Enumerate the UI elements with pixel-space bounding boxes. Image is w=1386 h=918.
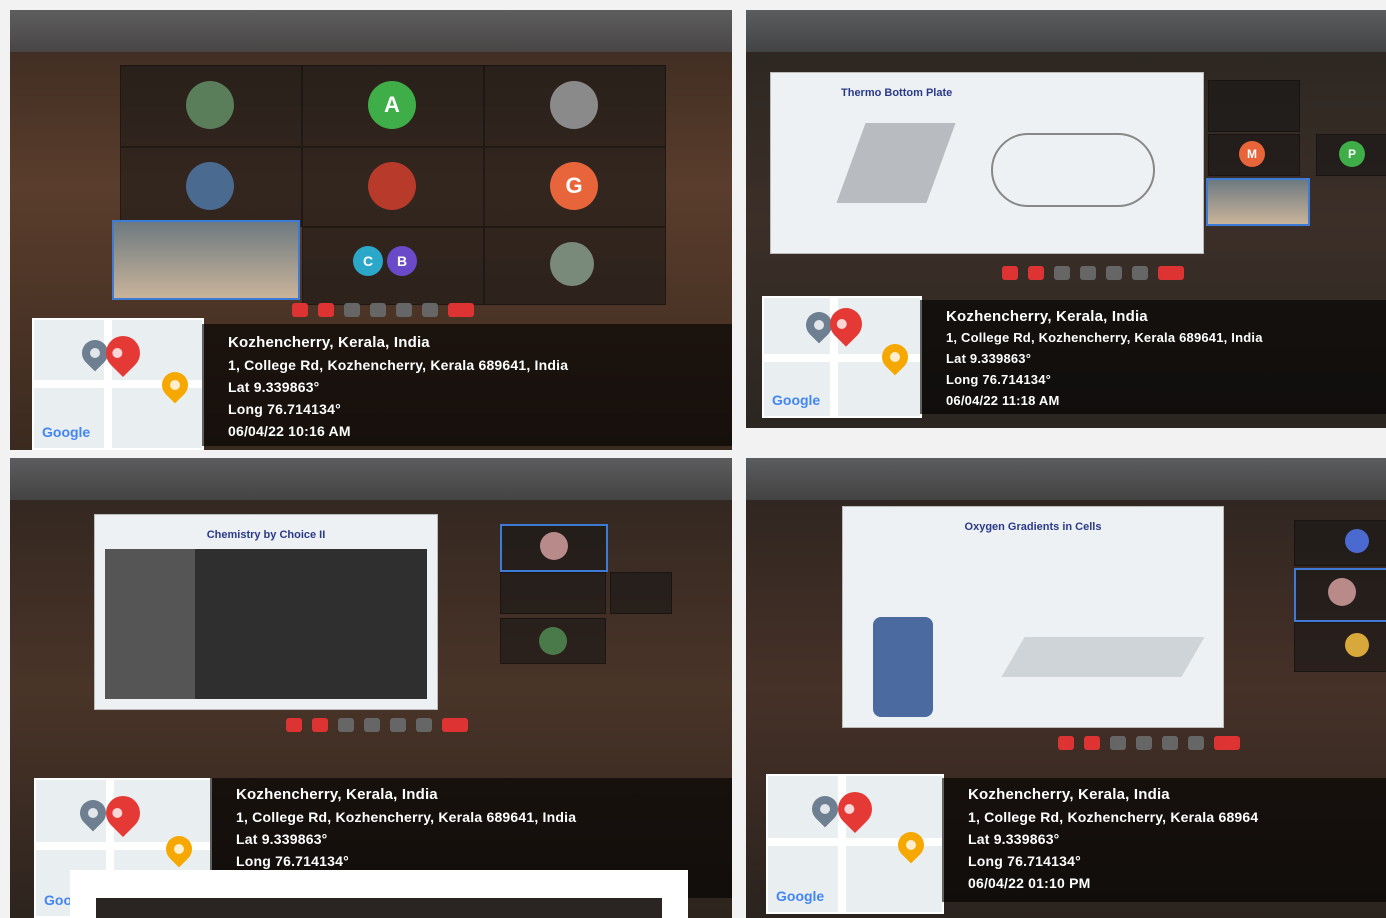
avatar — [186, 81, 234, 129]
slide-diagram — [1001, 637, 1205, 677]
avatar: A — [368, 81, 416, 129]
slide-photo — [105, 549, 195, 699]
location-pin-icon — [156, 366, 194, 404]
map-thumbnail: Google — [766, 774, 944, 914]
geotag-long: Long 76.714134° — [236, 853, 349, 869]
slide-diagram — [836, 123, 956, 203]
location-pin-icon — [876, 338, 914, 376]
avatar — [186, 162, 234, 210]
slide-title: Chemistry by Choice II — [206, 529, 326, 541]
caption-overlay-bar — [96, 898, 662, 918]
geotag-long: Long 76.714134° — [946, 372, 1052, 387]
avatar: P — [1339, 141, 1365, 167]
geotag-city: Kozhencherry, Kerala, India — [236, 786, 438, 803]
google-logo: Google — [42, 424, 91, 440]
participant-tile — [1294, 622, 1386, 672]
geotag-address: 1, College Rd, Kozhencherry, Kerala 6896… — [946, 330, 1263, 345]
participant-tile — [302, 147, 484, 227]
participant-tile — [1294, 568, 1386, 622]
map-thumbnail: Google — [762, 296, 922, 418]
meeting-photo-3: Chemistry by Choice II Google Kozhencher… — [10, 458, 732, 918]
participant-tile: A — [302, 65, 484, 147]
slide-title: Oxygen Gradients in Cells — [964, 521, 1102, 533]
participant-tile: G — [484, 147, 666, 227]
call-controls — [1002, 266, 1184, 282]
geotag-lat: Lat 9.339863° — [236, 831, 328, 847]
avatar: B — [387, 246, 417, 276]
avatar — [539, 627, 567, 655]
slide-illustration — [873, 617, 933, 717]
geotag-datetime: 06/04/22 10:16 AM — [228, 423, 351, 439]
participant-tile — [500, 618, 606, 664]
participant-tile — [610, 572, 672, 614]
geotag-info: Kozhencherry, Kerala, India 1, College R… — [920, 300, 1386, 414]
browser-bar — [746, 10, 1386, 52]
browser-bar — [10, 10, 732, 52]
geotag-long: Long 76.714134° — [968, 853, 1081, 869]
geotag-address: 1, College Rd, Kozhencherry, Kerala 6896… — [968, 809, 1259, 825]
shared-slide: Chemistry by Choice II — [94, 514, 438, 710]
google-logo: Google — [772, 392, 821, 408]
participant-tile — [120, 65, 302, 147]
participant-tile: M — [1208, 134, 1300, 176]
presenter-video — [1206, 178, 1310, 226]
meeting-photo-2: Thermo Bottom Plate M P Google Kozhenche… — [746, 10, 1386, 428]
avatar — [550, 81, 598, 129]
browser-bar — [10, 458, 732, 500]
avatar: C — [353, 246, 383, 276]
geotag-city: Kozhencherry, Kerala, India — [228, 334, 430, 351]
avatar — [540, 532, 568, 560]
participant-tile — [120, 147, 302, 227]
participant-tile — [1294, 520, 1386, 566]
geotag-datetime: 06/04/22 11:18 AM — [946, 393, 1060, 408]
slide-quote-box — [195, 549, 427, 699]
slide-title: Thermo Bottom Plate — [841, 87, 953, 99]
shared-slide: Thermo Bottom Plate — [770, 72, 1204, 254]
participant-tile — [500, 524, 608, 572]
avatar — [368, 162, 416, 210]
map-thumbnail: Google — [32, 318, 204, 450]
call-controls — [292, 303, 474, 319]
location-pin-icon — [160, 830, 198, 868]
avatar: G — [550, 162, 598, 210]
geotag-address: 1, College Rd, Kozhencherry, Kerala 6896… — [236, 809, 577, 825]
participant-tile — [1208, 80, 1300, 132]
call-controls — [1058, 736, 1240, 752]
participant-tile: C B — [302, 227, 484, 305]
shared-slide: Oxygen Gradients in Cells — [842, 506, 1224, 728]
avatar — [550, 242, 594, 286]
meeting-photo-4: Oxygen Gradients in Cells Google Kozhenc… — [746, 458, 1386, 918]
participant-tile: P — [1316, 134, 1386, 176]
slide-diagram — [991, 133, 1155, 207]
geotag-city: Kozhencherry, Kerala, India — [968, 786, 1170, 803]
geotag-long: Long 76.714134° — [228, 401, 341, 417]
avatar: M — [1239, 141, 1265, 167]
geotag-city: Kozhencherry, Kerala, India — [946, 308, 1148, 325]
avatar — [1345, 529, 1369, 553]
call-controls — [286, 718, 468, 734]
participant-tile — [500, 572, 606, 614]
participant-tile — [484, 65, 666, 147]
presenter-video — [112, 220, 300, 300]
participant-tile — [484, 227, 666, 305]
geotag-info: Kozhencherry, Kerala, India 1, College R… — [942, 778, 1386, 902]
geotag-lat: Lat 9.339863° — [946, 351, 1032, 366]
caption-overlay-box — [70, 870, 688, 918]
google-logo: Google — [776, 888, 825, 904]
avatar — [1345, 633, 1369, 657]
geotag-lat: Lat 9.339863° — [968, 831, 1060, 847]
geotag-lat: Lat 9.339863° — [228, 379, 320, 395]
meeting-photo-1: A G C B Google Kozhencherry, Kerala, Ind… — [10, 10, 732, 450]
geotag-info: Kozhencherry, Kerala, India 1, College R… — [202, 324, 732, 446]
avatar — [1328, 578, 1356, 606]
geotag-address: 1, College Rd, Kozhencherry, Kerala 6896… — [228, 357, 569, 373]
location-pin-icon — [892, 826, 930, 864]
browser-bar — [746, 458, 1386, 500]
geotag-datetime: 06/04/22 01:10 PM — [968, 875, 1091, 891]
